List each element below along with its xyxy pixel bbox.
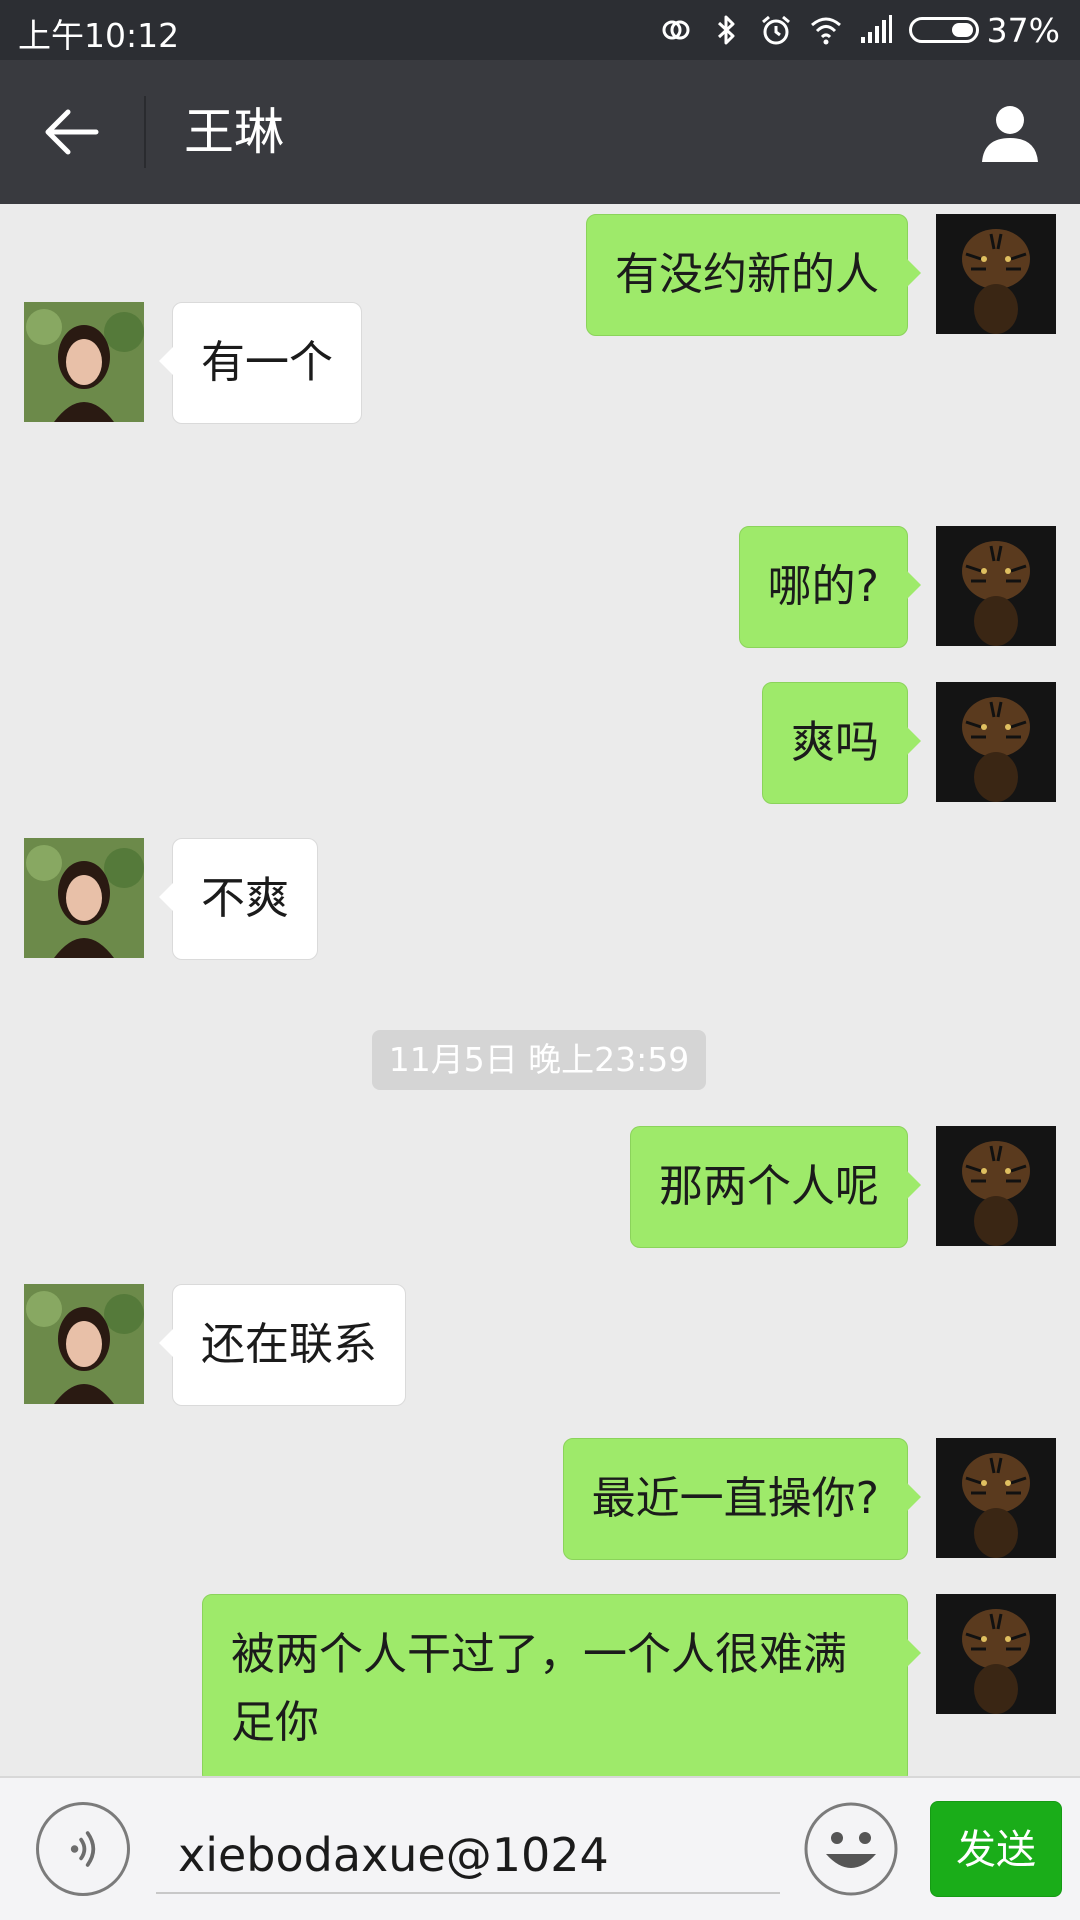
message-bubble-self[interactable]: 有没约新的人 xyxy=(586,214,921,336)
message-list[interactable]: 有没约新的人 有一个 哪的? 爽吗 不爽 11月5日 晚上23:59 那两个人呢… xyxy=(0,204,1080,1776)
battery-percent: 37% xyxy=(986,10,1060,50)
woman-avatar[interactable] xyxy=(24,302,144,422)
tiger-avatar[interactable] xyxy=(936,526,1056,646)
tiger-avatar[interactable] xyxy=(936,214,1056,334)
header-divider xyxy=(144,96,146,168)
tiger-avatar[interactable] xyxy=(936,1126,1056,1246)
woman-avatar[interactable] xyxy=(24,838,144,958)
message-bubble-other[interactable]: 有一个 xyxy=(159,302,362,424)
message-bubble-self[interactable]: 爽吗 xyxy=(762,682,921,804)
message-bubble-other[interactable]: 不爽 xyxy=(159,838,318,960)
input-bar: 发送 xyxy=(0,1776,1080,1920)
person-icon[interactable] xyxy=(978,100,1042,164)
battery-indicator: 37% xyxy=(908,10,1060,50)
woman-avatar[interactable] xyxy=(24,1284,144,1404)
voice-button[interactable] xyxy=(36,1802,130,1896)
tiger-avatar[interactable] xyxy=(936,682,1056,802)
bluetooth-icon xyxy=(717,15,735,45)
message-bubble-self[interactable]: 被两个人干过了，一个人很难满足你 xyxy=(202,1594,921,1776)
chat-header: 王琳 xyxy=(0,60,1080,204)
message-input[interactable] xyxy=(156,1798,780,1894)
message-bubble-self[interactable]: 那两个人呢 xyxy=(630,1126,921,1248)
status-time: 上午10:12 xyxy=(18,16,180,55)
tiger-avatar[interactable] xyxy=(936,1594,1056,1714)
emoji-icon[interactable] xyxy=(802,1800,900,1898)
status-icons: 37% xyxy=(659,10,1060,50)
chat-title: 王琳 xyxy=(184,103,284,161)
signal-icon xyxy=(860,15,892,43)
send-button[interactable]: 发送 xyxy=(930,1801,1062,1897)
back-arrow-icon[interactable] xyxy=(36,102,108,162)
link-icon xyxy=(662,20,690,40)
battery-icon xyxy=(908,17,979,43)
message-timestamp: 11月5日 晚上23:59 xyxy=(372,1030,706,1090)
voice-icon xyxy=(70,1831,96,1867)
tiger-avatar[interactable] xyxy=(936,1438,1056,1558)
message-bubble-self[interactable]: 最近一直操你? xyxy=(562,1438,922,1560)
wifi-icon xyxy=(810,17,841,45)
alarm-icon xyxy=(761,15,790,45)
battery-fill xyxy=(951,23,973,37)
status-bar: 上午10:12 37% xyxy=(0,0,1080,60)
message-bubble-self[interactable]: 哪的? xyxy=(738,526,922,648)
message-bubble-other[interactable]: 还在联系 xyxy=(159,1284,406,1406)
